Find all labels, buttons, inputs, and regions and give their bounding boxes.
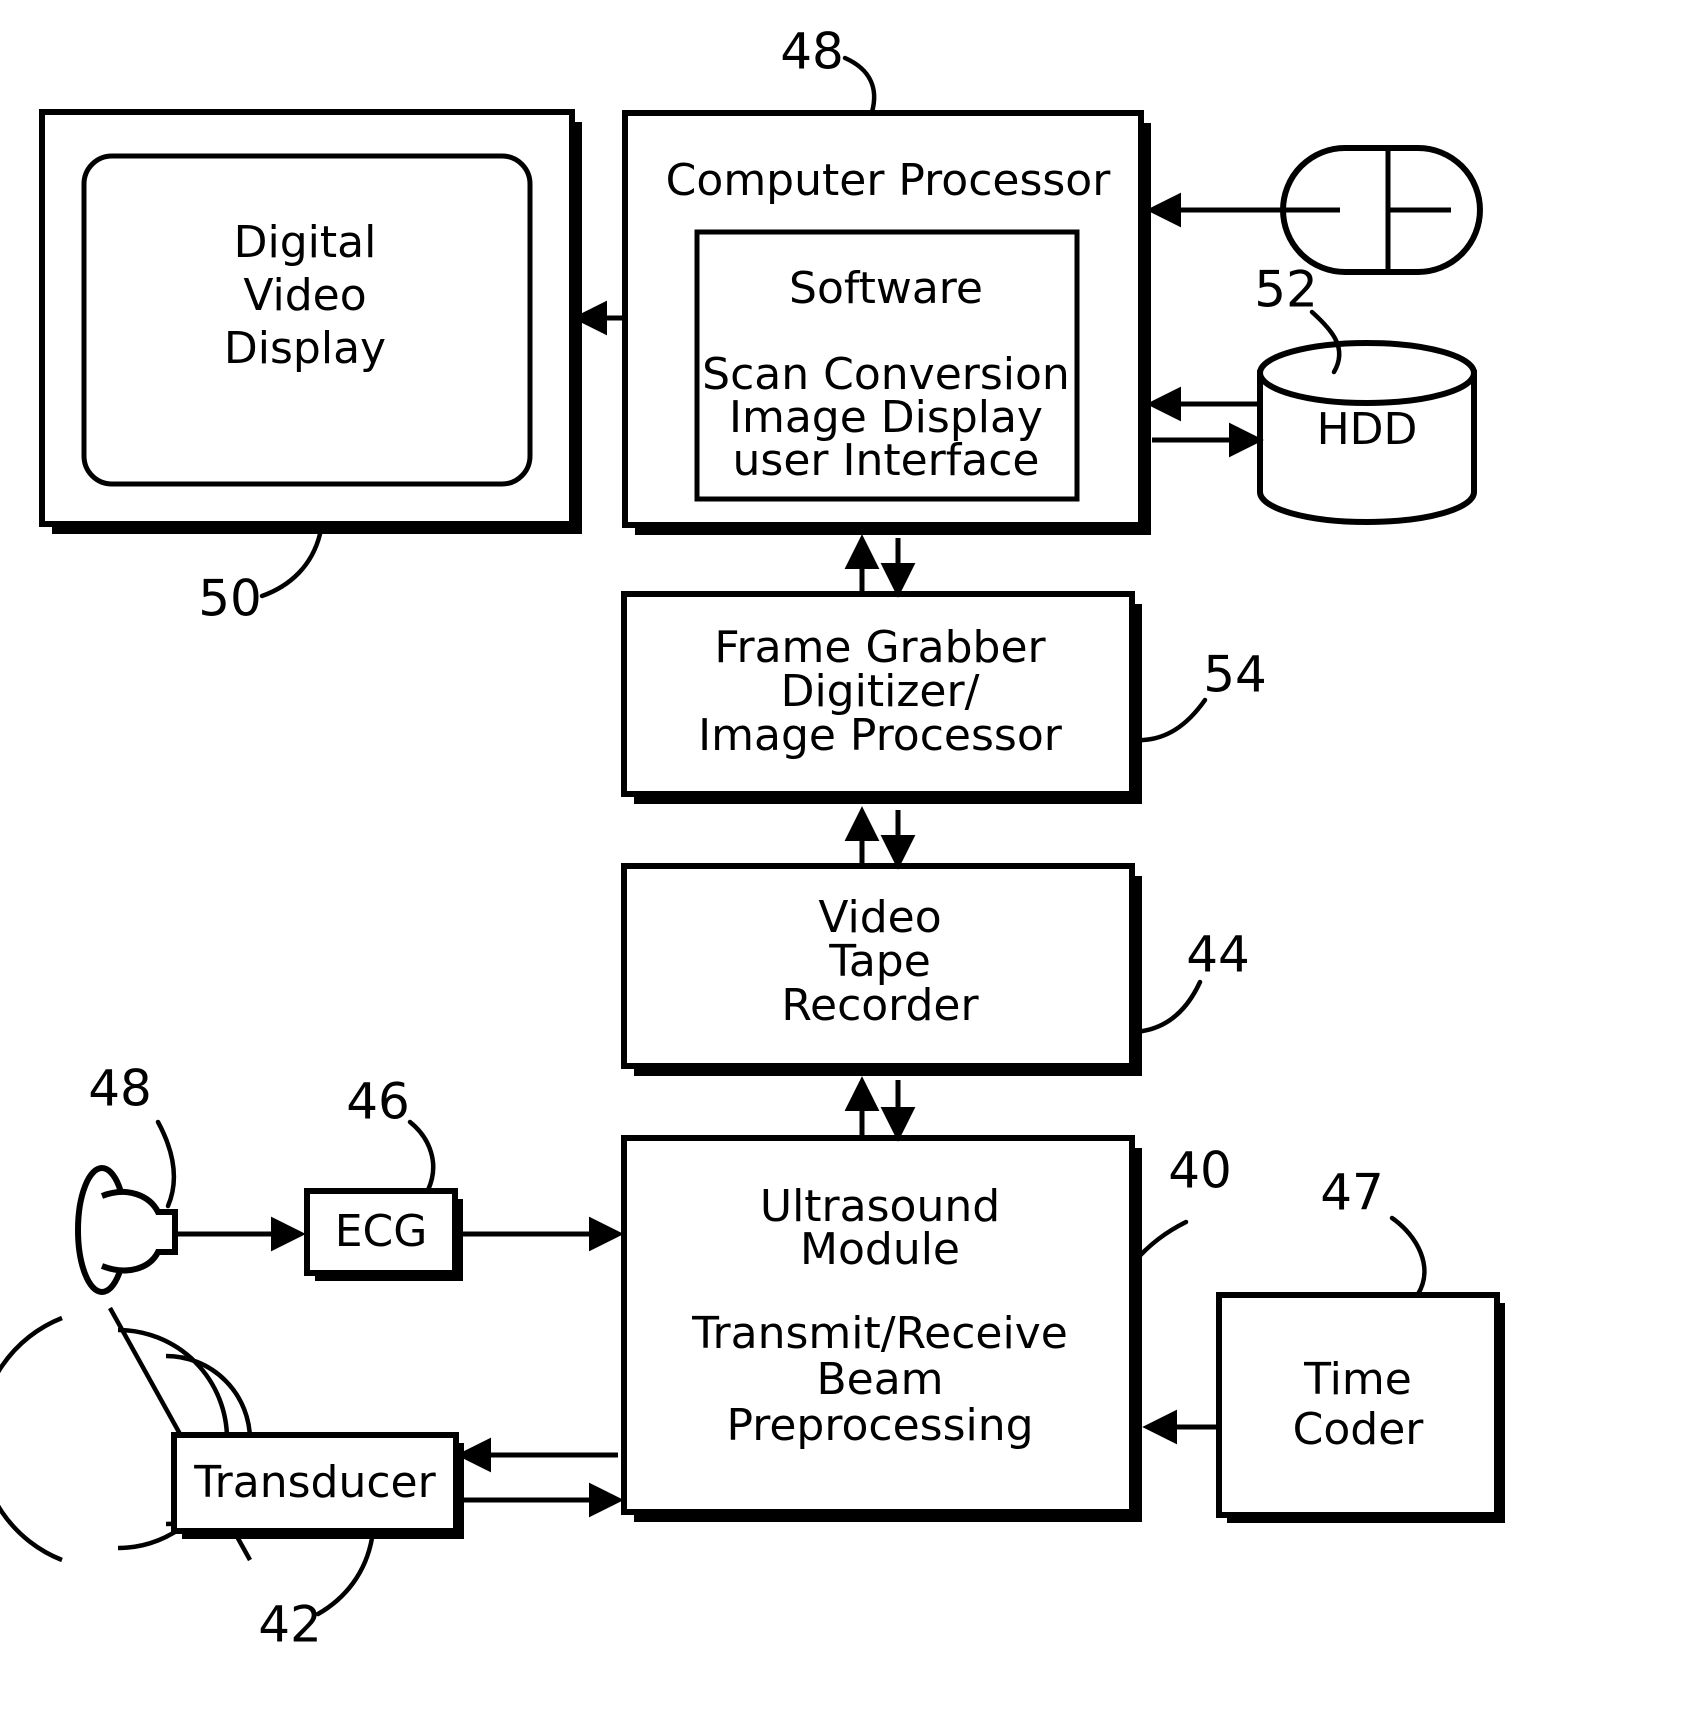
ultrasound-label-line-2: Module (800, 1224, 960, 1275)
video-tape-recorder-block[interactable]: Video Tape Recorder 44 (621, 863, 1250, 1076)
hdd-cylinder-top (1257, 340, 1477, 406)
leader-line-54 (1131, 697, 1208, 743)
ref-numeral-44: 44 (1186, 926, 1250, 984)
ref-numeral-50: 50 (198, 570, 262, 628)
frame-grabber-block[interactable]: Frame Grabber Digitizer/ Image Processor… (621, 591, 1267, 804)
ref-numeral-46: 46 (346, 1073, 410, 1131)
ecg-label: ECG (335, 1206, 428, 1257)
ultrasound-sub-line-3: Preprocessing (726, 1400, 1033, 1451)
ultrasound-sub-line-2: Beam (816, 1354, 943, 1405)
display-label-line-2: Video (243, 270, 366, 321)
leader-line-50 (259, 531, 323, 599)
digital-video-display-block[interactable]: Digital Video Display 50 (39, 109, 582, 628)
time-coder-label-line-2: Coder (1293, 1404, 1425, 1455)
display-label-line-3: Display (224, 323, 386, 374)
leader-line-48-electrode (155, 1119, 177, 1209)
ultrasound-module-block[interactable]: Ultrasound Module Transmit/Receive Beam … (621, 1135, 1232, 1522)
software-block[interactable]: Software Scan Conversion Image Display u… (694, 229, 1080, 502)
ultrasound-sub-line-1: Transmit/Receive (691, 1308, 1068, 1359)
vtr-label-line-3: Recorder (781, 980, 979, 1031)
computer-processor-label: Computer Processor (666, 155, 1112, 206)
time-coder-label-line-1: Time (1303, 1354, 1412, 1405)
time-coder-block[interactable]: Time Coder 47 (1216, 1164, 1505, 1524)
patent-figure-page: Digital Video Display 50 Computer Proces… (0, 0, 1696, 1734)
leader-line-42 (315, 1535, 375, 1617)
hdd-block[interactable]: HDD 52 (1254, 261, 1477, 525)
block-diagram-canvas: Digital Video Display 50 Computer Proces… (0, 23, 1505, 1654)
wave-arc-1 (0, 1315, 63, 1563)
ref-numeral-42: 42 (258, 1596, 322, 1654)
ref-numeral-54: 54 (1203, 646, 1267, 704)
frame-grabber-label-line-3: Image Processor (698, 710, 1063, 761)
software-label: Software (789, 263, 983, 314)
electrode-icon[interactable]: 48 (75, 1060, 178, 1295)
ref-numeral-47: 47 (1320, 1164, 1384, 1222)
computer-processor-block[interactable]: Computer Processor Software Scan Convers… (622, 23, 1151, 536)
display-label-line-1: Digital (234, 217, 377, 268)
ecg-block[interactable]: ECG 46 (304, 1073, 463, 1282)
leader-line-44 (1131, 979, 1203, 1035)
leader-line-47 (1389, 1215, 1427, 1297)
transducer-label: Transducer (193, 1457, 436, 1508)
hdd-label: HDD (1317, 404, 1418, 455)
ref-numeral-48-top: 48 (780, 23, 844, 81)
ref-numeral-48-electrode: 48 (88, 1060, 152, 1118)
software-item-3: user Interface (733, 435, 1040, 486)
ref-numeral-40: 40 (1168, 1142, 1232, 1200)
transducer-block[interactable]: Transducer 42 (171, 1432, 464, 1654)
electrode-stem (100, 1189, 178, 1274)
leader-line-46 (407, 1119, 436, 1193)
ref-numeral-52: 52 (1254, 261, 1318, 319)
leader-line-48-top (842, 55, 877, 115)
